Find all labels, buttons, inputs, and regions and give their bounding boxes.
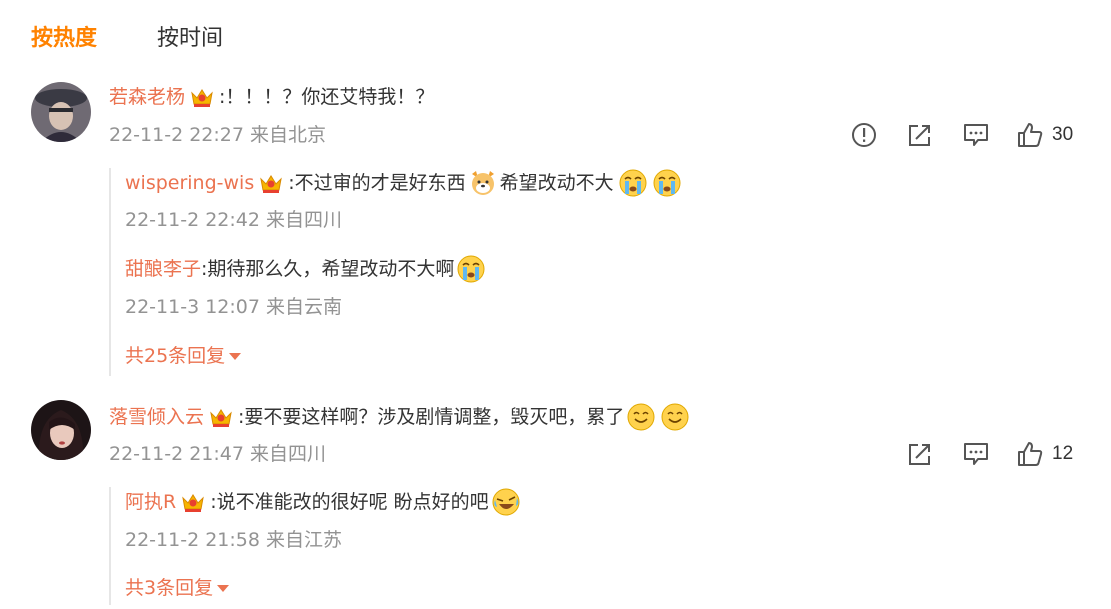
like-button-1[interactable]: 30 xyxy=(1016,120,1073,150)
reply-1-1-meta: 22-11-2 22:42 来自四川 xyxy=(125,209,342,231)
more-replies-1[interactable]: 共25条回复 xyxy=(125,342,242,370)
reply-button-2[interactable] xyxy=(962,439,990,469)
like-icon xyxy=(1018,442,1043,466)
avatar-user-2[interactable] xyxy=(31,400,91,460)
reply-button-1[interactable] xyxy=(962,120,990,150)
reply-2-1-line: 阿执R :说不准能改的很好呢 盼点好的吧 xyxy=(125,487,523,517)
reply-2-1-username[interactable]: 阿执R xyxy=(125,488,176,516)
like-count-1: 30 xyxy=(1052,124,1074,145)
username-1[interactable]: 若森老杨 xyxy=(109,83,185,111)
username-2[interactable]: 落雪倾入云 xyxy=(109,403,204,431)
like-count-2: 12 xyxy=(1052,443,1074,464)
reply-thread-2 xyxy=(109,487,111,605)
comment-1-line: 若森老杨 :！！！？你还艾特我！？ xyxy=(109,83,434,111)
laugh-cry-emoji-icon xyxy=(491,487,521,517)
report-icon xyxy=(852,123,876,147)
more-replies-2-label: 共3条回复 xyxy=(125,577,214,599)
reply-1-2-text: :期待那么久，希望改动不大啊 xyxy=(201,258,455,280)
reply-2-1-text: :说不准能改的很好呢 盼点好的吧 xyxy=(210,491,489,513)
tab-sort-by-hot[interactable]: 按热度 xyxy=(31,22,97,56)
comment-2-line: 落雪倾入云 :要不要这样啊？涉及剧情调整，毁灭吧，累了 xyxy=(109,402,692,432)
reply-1-2-line: 甜酿李子 :期待那么久，希望改动不大啊 xyxy=(125,254,488,284)
crown-badge-icon xyxy=(189,86,215,108)
reply-1-1-line: wispering-wis :不过审的才是好东西 希望改动不大 xyxy=(125,168,684,198)
reply-1-2-meta: 22-11-3 12:07 来自云南 xyxy=(125,296,342,318)
crown-badge-icon xyxy=(258,172,284,194)
grin-emoji-icon xyxy=(626,402,656,432)
comment-2-meta: 22-11-2 21:47 来自四川 xyxy=(109,443,326,465)
avatar-user-1[interactable] xyxy=(31,82,91,142)
caret-down-icon xyxy=(229,353,242,360)
like-button-2[interactable]: 12 xyxy=(1016,439,1073,469)
crown-badge-icon xyxy=(208,406,234,428)
comment-icon xyxy=(964,443,988,465)
reply-1-1-username[interactable]: wispering-wis xyxy=(125,169,254,197)
comment-icon xyxy=(964,124,988,146)
cry-emoji-icon xyxy=(652,168,682,198)
caret-down-icon xyxy=(217,585,230,592)
report-button[interactable] xyxy=(850,120,878,150)
comment-2-text: :要不要这样啊？涉及剧情调整，毁灭吧，累了 xyxy=(238,406,625,428)
share-button-1[interactable] xyxy=(906,120,934,150)
cry-emoji-icon xyxy=(456,254,486,284)
cry-emoji-icon xyxy=(618,168,648,198)
dog-emoji-icon xyxy=(468,168,498,198)
reply-2-1-meta: 22-11-2 21:58 来自江苏 xyxy=(125,529,342,551)
more-replies-1-label: 共25条回复 xyxy=(125,345,226,367)
share-icon xyxy=(909,444,930,465)
like-icon xyxy=(1018,123,1043,147)
more-replies-2[interactable]: 共3条回复 xyxy=(125,574,230,602)
tab-sort-by-time[interactable]: 按时间 xyxy=(157,22,223,56)
comment-1-text: :！！！？你还艾特我！？ xyxy=(219,86,435,108)
reply-1-1-text: :不过审的才是好东西 xyxy=(288,172,466,194)
crown-badge-icon xyxy=(180,491,206,513)
share-icon xyxy=(909,125,930,146)
reply-1-2-username[interactable]: 甜酿李子 xyxy=(125,255,201,283)
reply-1-1-text-tail: 希望改动不大 xyxy=(499,172,614,194)
reply-thread-1 xyxy=(109,168,111,376)
share-button-2[interactable] xyxy=(906,439,934,469)
comment-1-meta: 22-11-2 22:27 来自北京 xyxy=(109,124,326,146)
grin-emoji-icon xyxy=(660,402,690,432)
